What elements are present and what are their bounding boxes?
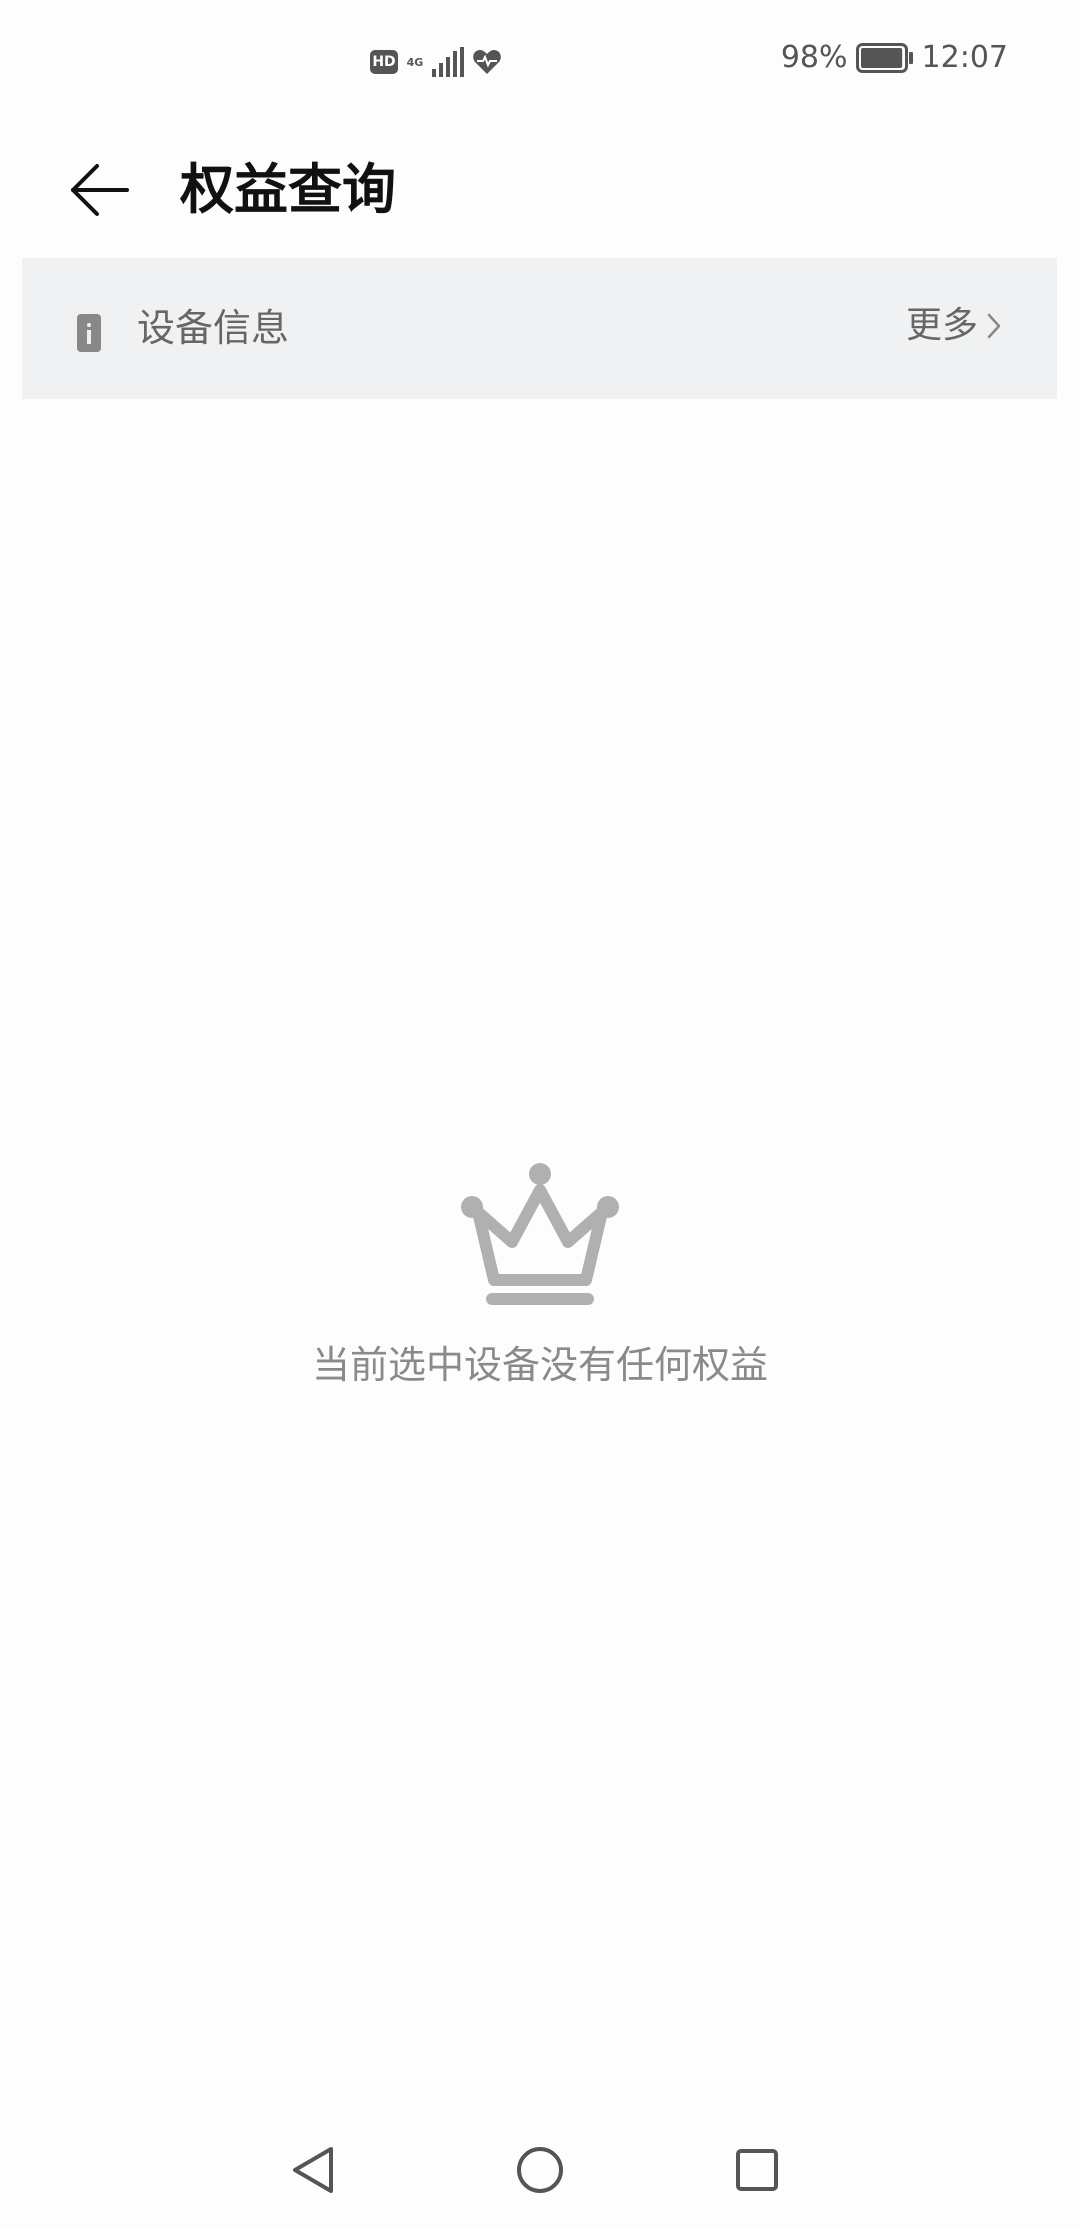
arrow-left-icon — [71, 164, 129, 216]
status-bar: HD 4G 98% 12:07 — [0, 0, 1080, 120]
device-info-row[interactable]: 设备信息 更多 — [22, 258, 1057, 399]
nav-recents-button[interactable] — [727, 2140, 787, 2200]
more-link[interactable]: 更多 — [906, 302, 1002, 350]
empty-state: 当前选中设备没有任何权益 — [0, 1160, 1080, 1390]
battery-percent: 98% — [780, 40, 848, 75]
more-label: 更多 — [905, 305, 978, 346]
hd-icon: HD — [370, 50, 398, 74]
nav-home-button[interactable] — [510, 2140, 570, 2200]
network-type-label: 4G — [406, 55, 424, 69]
back-triangle-icon — [293, 2147, 333, 2193]
home-circle-icon — [517, 2147, 563, 2193]
status-icons-center: HD 4G — [370, 44, 502, 80]
nav-back-button[interactable] — [283, 2140, 343, 2200]
recents-square-icon — [736, 2149, 778, 2191]
status-right: 98% 12:07 — [781, 40, 1008, 75]
battery-icon — [855, 42, 913, 73]
clock: 12:07 — [921, 40, 1008, 75]
device-info-icon — [77, 314, 101, 352]
crown-icon — [461, 1163, 619, 1305]
device-info-label: 设备信息 — [137, 306, 290, 350]
page-title: 权益查询 — [180, 158, 396, 221]
system-nav-bar — [0, 2120, 1080, 2228]
chevron-right-icon — [987, 313, 1001, 339]
health-heart-icon — [473, 50, 501, 74]
signal-icon — [432, 47, 464, 77]
back-button[interactable] — [60, 150, 140, 230]
title-bar: 权益查询 — [0, 130, 1080, 250]
empty-state-message: 当前选中设备没有任何权益 — [311, 1343, 768, 1387]
